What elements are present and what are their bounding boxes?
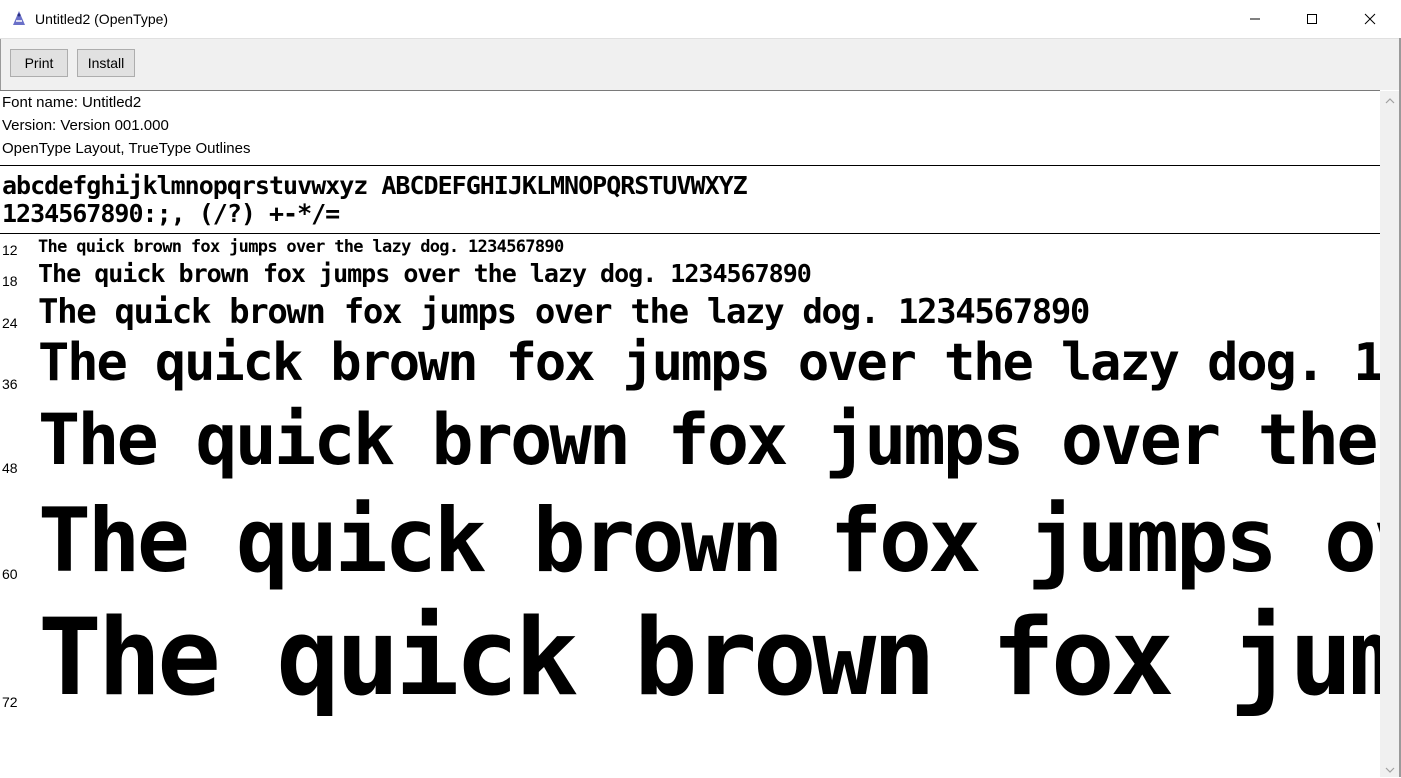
vertical-scrollbar[interactable] bbox=[1380, 91, 1399, 777]
sample-text: The quick brown fox jumps over the lazy … bbox=[38, 292, 1090, 332]
window-title: Untitled2 (OpenType) bbox=[35, 11, 169, 27]
maximize-button[interactable] bbox=[1283, 0, 1341, 38]
chevron-down-icon bbox=[1385, 760, 1395, 778]
scroll-down-button[interactable] bbox=[1380, 760, 1399, 777]
close-button[interactable] bbox=[1341, 0, 1399, 38]
font-name-line: Font name: Untitled2 bbox=[2, 94, 142, 111]
minimize-button[interactable] bbox=[1226, 0, 1284, 38]
sample-size-label: 36 bbox=[2, 376, 18, 392]
charset-letters: abcdefghijklmnopqrstuvwxyz ABCDEFGHIJKLM… bbox=[2, 171, 748, 200]
sample-text: The quick brown fox jumps over the lazy … bbox=[38, 237, 564, 257]
charset-symbols: 1234567890:;, (/?) +-*/= bbox=[2, 199, 340, 228]
sample-text: The quick brown fox jumps over the la bbox=[38, 399, 1380, 481]
font-viewer-app-icon bbox=[10, 9, 28, 27]
sample-size-label: 48 bbox=[2, 460, 18, 476]
sample-size-label: 18 bbox=[2, 273, 18, 289]
scroll-up-button[interactable] bbox=[1380, 91, 1399, 108]
title-bar: Untitled2 (OpenType) bbox=[0, 0, 1401, 39]
close-icon bbox=[1364, 13, 1376, 25]
sample-size-label: 60 bbox=[2, 566, 18, 582]
sample-text: The quick brown fox jumps over the lazy … bbox=[38, 333, 1380, 393]
divider bbox=[0, 165, 1380, 166]
sample-size-label: 24 bbox=[2, 315, 18, 331]
divider bbox=[0, 233, 1380, 234]
maximize-icon bbox=[1306, 13, 1318, 25]
sample-text: The quick brown fox jumps over the lazy … bbox=[38, 259, 812, 288]
sample-text: The quick brown fox jumps ov bbox=[38, 489, 1380, 592]
font-version-line: Version: Version 001.000 bbox=[2, 117, 169, 134]
font-preview-pane: Font name: Untitled2 Version: Version 00… bbox=[0, 90, 1380, 778]
print-button[interactable]: Print bbox=[10, 49, 68, 77]
install-button[interactable]: Install bbox=[77, 49, 135, 77]
sample-text: The quick brown fox jum bbox=[38, 596, 1380, 719]
sample-size-label: 72 bbox=[2, 694, 18, 710]
font-outline-line: OpenType Layout, TrueType Outlines bbox=[2, 140, 251, 157]
minimize-icon bbox=[1249, 13, 1261, 25]
toolbar: Print Install bbox=[0, 39, 1401, 90]
sample-size-label: 12 bbox=[2, 242, 18, 258]
chevron-up-icon bbox=[1385, 91, 1395, 109]
